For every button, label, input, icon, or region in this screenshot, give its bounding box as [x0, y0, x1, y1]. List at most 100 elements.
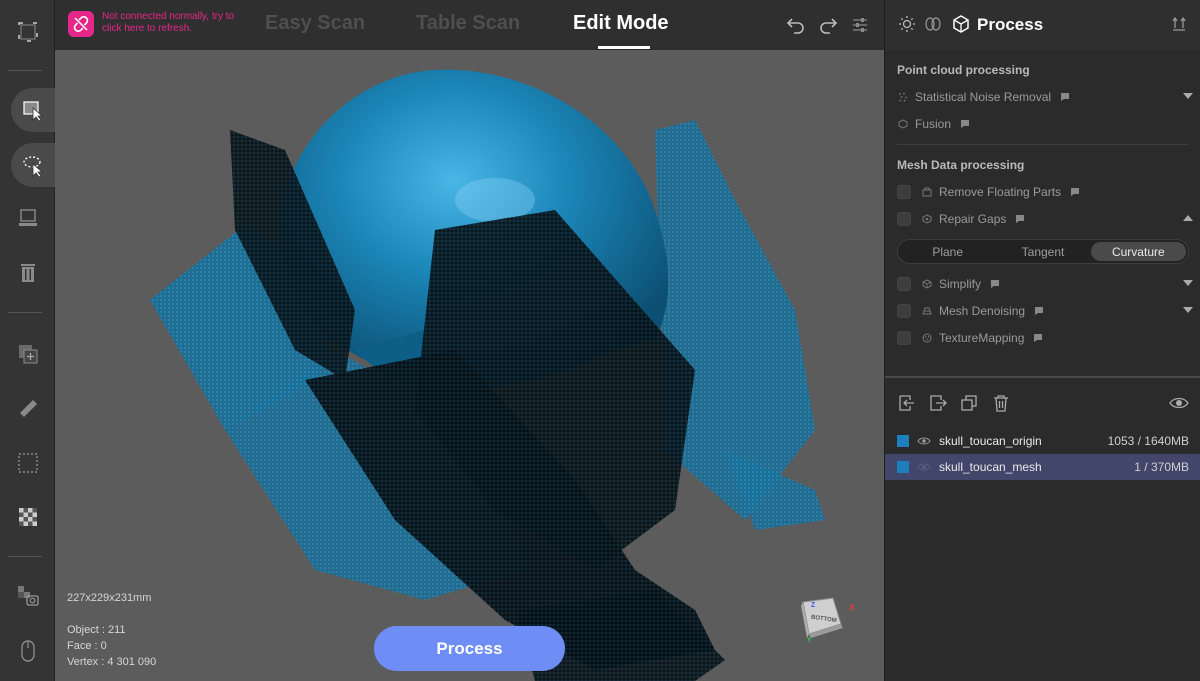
redo-icon[interactable] — [817, 14, 839, 36]
fusion-icon — [897, 118, 909, 130]
panel-title: Process — [977, 15, 1044, 34]
app-window: Not connected normally, try to click her… — [0, 0, 1200, 681]
statistical-noise-removal-label: Statistical Noise Removal — [915, 90, 1052, 104]
view-cube[interactable]: BOTTOM Z Y X — [797, 594, 863, 644]
select-tool-button[interactable] — [11, 88, 55, 132]
toolbar-divider — [8, 70, 42, 71]
repair-mode-tangent[interactable]: Tangent — [995, 242, 1090, 261]
mesh-section-title: Mesh Data processing — [897, 158, 1025, 172]
repair-gaps-icon — [921, 213, 933, 225]
remove-floating-parts-item[interactable]: Remove Floating Parts — [897, 182, 1193, 202]
expand-down-icon[interactable] — [1183, 307, 1193, 313]
object-size: 1 / 370MB — [1134, 460, 1189, 474]
section-divider — [897, 144, 1189, 145]
object-color-swatch[interactable] — [897, 461, 909, 473]
model-dimensions: 227x229x231mm — [67, 592, 152, 604]
info-flag-icon[interactable] — [990, 279, 1000, 289]
expand-down-icon[interactable] — [1183, 280, 1193, 286]
ruler-icon[interactable] — [10, 390, 46, 426]
repair-gaps-label: Repair Gaps — [939, 212, 1007, 226]
collapse-up-icon[interactable] — [1183, 215, 1193, 221]
mesh-denoise-icon — [921, 305, 933, 317]
settings-sliders-icon[interactable] — [849, 14, 871, 36]
fullscreen-icon[interactable] — [10, 14, 46, 50]
right-panel: Process Point cloud processing Statistic… — [884, 0, 1200, 681]
import-icon[interactable] — [897, 393, 917, 413]
connection-message[interactable]: Not connected normally, try to click her… — [102, 11, 252, 35]
texture-camera-icon[interactable] — [10, 578, 46, 614]
repair-gaps-item[interactable]: Repair Gaps — [897, 209, 1193, 229]
object-name: skull_toucan_origin — [939, 434, 1042, 448]
visibility-eye-icon[interactable] — [1169, 393, 1189, 413]
info-flag-icon[interactable] — [1060, 92, 1070, 102]
repair-mode-plane[interactable]: Plane — [900, 242, 995, 261]
texture-mapping-icon — [921, 332, 933, 344]
process-button[interactable]: Process — [374, 626, 565, 671]
remove-floating-parts-checkbox[interactable] — [897, 185, 911, 199]
info-flag-icon[interactable] — [1015, 214, 1025, 224]
object-name: skull_toucan_mesh — [939, 460, 1042, 474]
simplify-label: Simplify — [939, 277, 982, 291]
tab-table-scan[interactable]: Table Scan — [416, 12, 520, 35]
trash-icon[interactable] — [10, 255, 46, 291]
toolbar-divider — [8, 312, 42, 313]
undo-icon[interactable] — [785, 14, 807, 36]
info-flag-icon[interactable] — [1070, 187, 1080, 197]
object-count: Object : 211 — [67, 624, 126, 636]
duplicate-icon[interactable] — [959, 393, 979, 413]
object-color-swatch[interactable] — [897, 435, 909, 447]
repair-mode-curvature[interactable]: Curvature — [1090, 242, 1186, 261]
mesh-denoising-checkbox[interactable] — [897, 304, 911, 318]
connection-warning[interactable]: Not connected normally, try to click her… — [68, 11, 252, 37]
object-row-origin[interactable]: skull_toucan_origin 1053 / 1640MB — [885, 428, 1200, 454]
floating-parts-icon — [921, 186, 933, 198]
expand-down-icon[interactable] — [1183, 93, 1193, 99]
info-flag-icon[interactable] — [1033, 333, 1043, 343]
crop-box-icon[interactable] — [10, 445, 46, 481]
mesh-denoising-label: Mesh Denoising — [939, 304, 1026, 318]
checkerboard-icon[interactable] — [10, 499, 46, 535]
pin-icon[interactable] — [1169, 14, 1189, 34]
info-flag-icon[interactable] — [960, 119, 970, 129]
cube-process-icon[interactable] — [951, 14, 971, 34]
vertex-count: Vertex : 4 301 090 — [67, 656, 157, 668]
tab-easy-scan[interactable]: Easy Scan — [265, 12, 365, 35]
delete-object-icon[interactable] — [991, 393, 1011, 413]
object-row-mesh[interactable]: skull_toucan_mesh 1 / 370MB — [885, 454, 1200, 480]
layers-icon[interactable] — [923, 14, 943, 34]
scatter-dots-icon — [897, 91, 909, 103]
toolbar-divider — [8, 556, 42, 557]
eye-icon[interactable] — [917, 462, 931, 472]
object-size: 1053 / 1640MB — [1107, 434, 1189, 448]
info-flag-icon[interactable] — [1034, 306, 1044, 316]
panel-header: Process — [885, 0, 1200, 50]
face-count: Face : 0 — [67, 640, 107, 652]
mouse-icon[interactable] — [10, 633, 46, 669]
tab-edit-mode[interactable]: Edit Mode — [573, 12, 669, 35]
axis-z-label: Z — [811, 602, 816, 609]
active-tab-indicator — [598, 46, 650, 49]
point-cloud-model[interactable] — [55, 50, 884, 681]
fusion-item[interactable]: Fusion — [897, 114, 1193, 134]
lasso-select-button[interactable] — [11, 143, 55, 187]
fusion-label: Fusion — [915, 117, 952, 131]
monitor-icon[interactable] — [10, 200, 46, 236]
texture-mapping-checkbox[interactable] — [897, 331, 911, 345]
panel-splitter[interactable] — [885, 376, 1200, 378]
broken-link-icon — [68, 11, 94, 37]
mesh-denoising-item[interactable]: Mesh Denoising — [897, 301, 1193, 321]
sun-icon[interactable] — [897, 14, 917, 34]
simplify-item[interactable]: Simplify — [897, 274, 1193, 294]
export-icon[interactable] — [928, 393, 948, 413]
repair-gaps-checkbox[interactable] — [897, 212, 911, 226]
simplify-checkbox[interactable] — [897, 277, 911, 291]
left-toolbar — [0, 0, 55, 681]
add-layer-icon[interactable] — [10, 336, 46, 372]
eye-icon[interactable] — [917, 436, 931, 446]
top-bar: Not connected normally, try to click her… — [55, 0, 884, 50]
texture-mapping-item[interactable]: TextureMapping — [897, 328, 1193, 348]
axis-x-label: X — [849, 603, 855, 612]
3d-viewport[interactable]: 227x229x231mm Object : 211 Face : 0 Vert… — [55, 50, 884, 681]
point-cloud-section-title: Point cloud processing — [897, 63, 1030, 77]
statistical-noise-removal-item[interactable]: Statistical Noise Removal — [897, 87, 1193, 107]
